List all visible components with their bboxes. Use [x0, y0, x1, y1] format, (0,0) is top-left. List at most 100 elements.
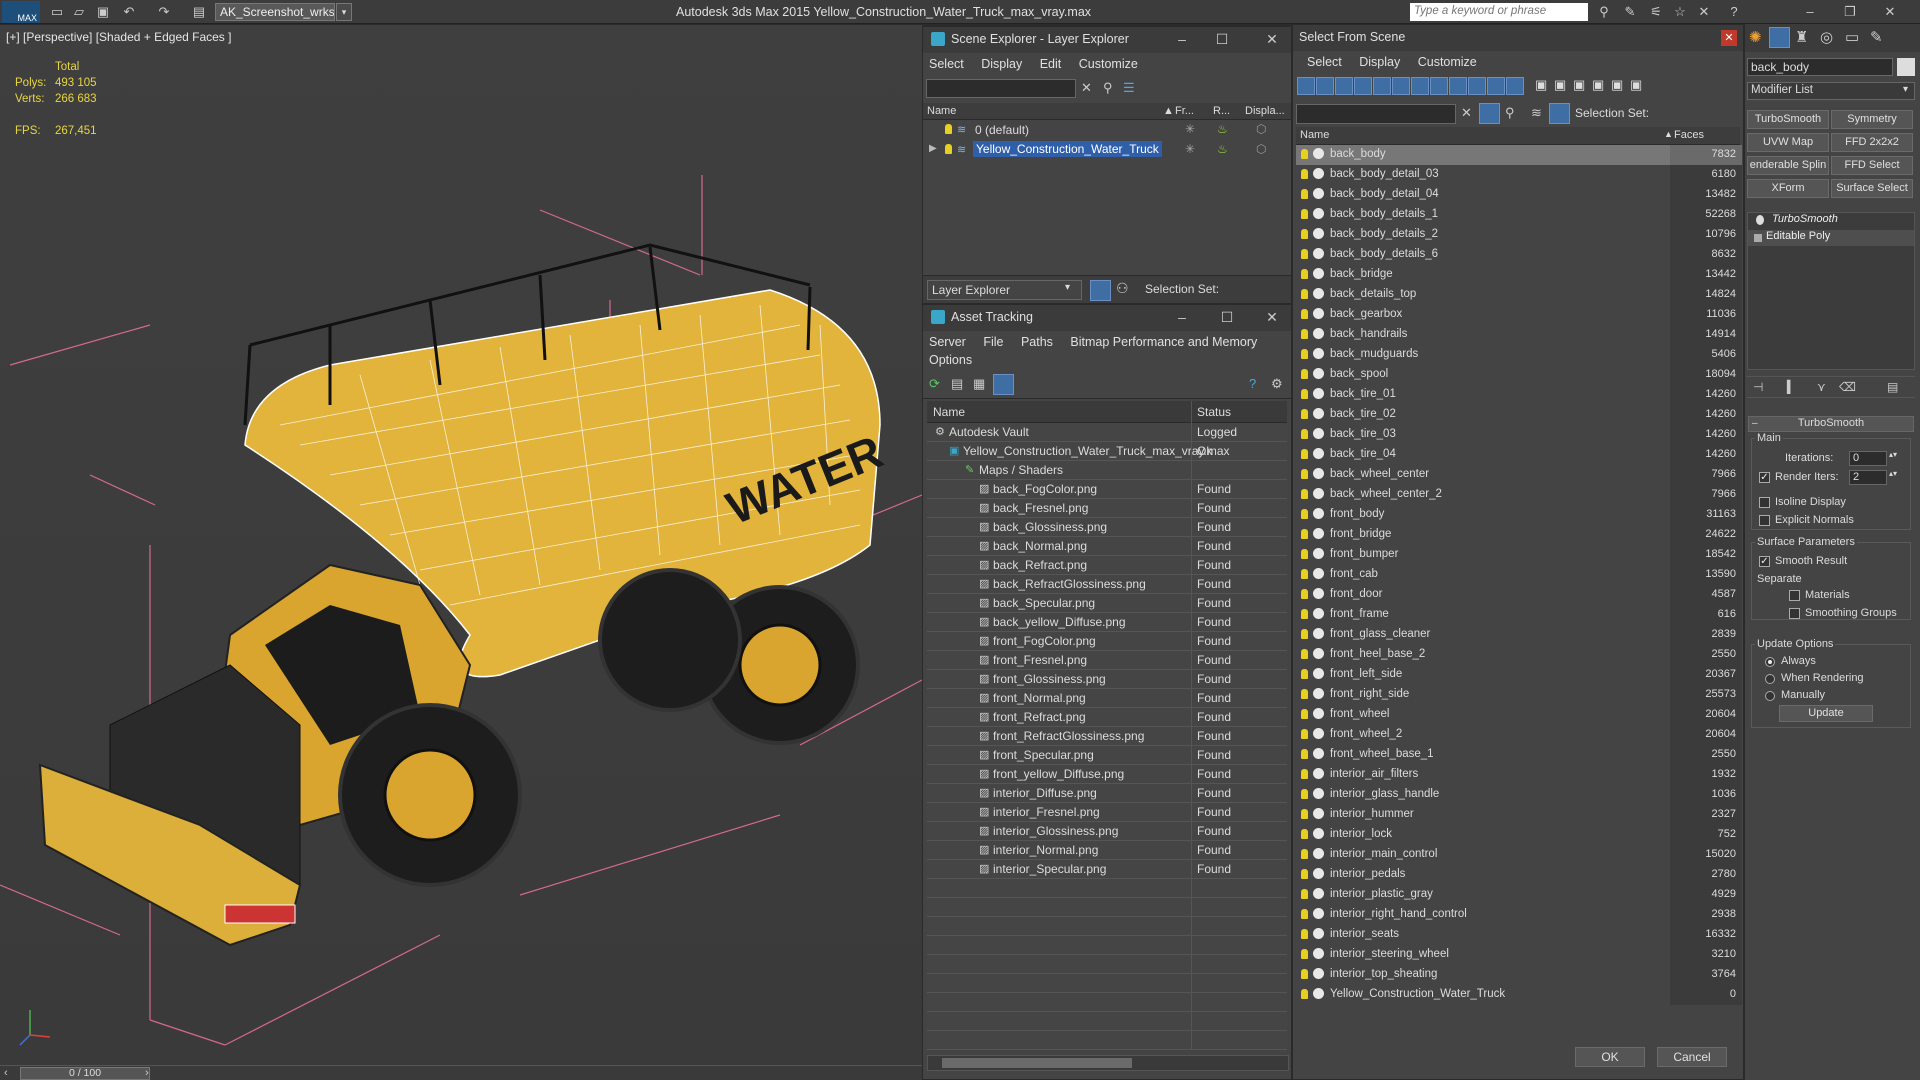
- make-unique-icon[interactable]: ⋎: [1817, 380, 1826, 394]
- binoculars-icon[interactable]: ⚲: [1594, 3, 1614, 21]
- lightbulb-icon[interactable]: [1301, 989, 1308, 999]
- configure-sets-icon[interactable]: ▤: [1887, 380, 1898, 394]
- display-box-icon[interactable]: ⬡: [1256, 142, 1266, 156]
- lightbulb-icon[interactable]: [1301, 629, 1308, 639]
- smooth-result-checkbox[interactable]: ✓: [1759, 556, 1770, 567]
- lightbulb-icon[interactable]: [1301, 949, 1308, 959]
- modifier-button[interactable]: enderable Splin: [1747, 156, 1829, 175]
- lightbulb-icon[interactable]: [1301, 789, 1308, 799]
- lightbulb-icon[interactable]: [1301, 869, 1308, 879]
- lightbulb-icon[interactable]: [1301, 349, 1308, 359]
- layer-row-truck[interactable]: ▶ ≋ Yellow_Construction_Water_Truck ✳ ♨ …: [923, 140, 1291, 160]
- render-teapot-icon[interactable]: ♨: [1217, 122, 1228, 136]
- object-row[interactable]: back_wheel_center_2 7966: [1296, 485, 1742, 505]
- col-name[interactable]: Name: [1300, 129, 1329, 141]
- space-warps-filter-icon[interactable]: [1392, 77, 1410, 95]
- communication-icon[interactable]: ⚟: [1646, 3, 1666, 21]
- open-folder-icon[interactable]: ▱: [70, 3, 88, 21]
- lightbulb-icon[interactable]: [1301, 889, 1308, 899]
- asset-row[interactable]: ▣ Yellow_Construction_Water_Truck_max_vra…: [927, 442, 1287, 461]
- asset-row[interactable]: ▨ back_FogColor.png Found: [927, 480, 1287, 499]
- asset-row[interactable]: ▨ interior_Specular.png Found: [927, 860, 1287, 879]
- lightbulb-icon[interactable]: [1301, 849, 1308, 859]
- stack-item-turbosmooth[interactable]: TurboSmooth: [1748, 213, 1914, 229]
- show-end-result-icon[interactable]: ▍: [1787, 380, 1796, 394]
- filter-options-filter-icon[interactable]: ▣: [1611, 77, 1629, 95]
- lightbulb-icon[interactable]: [1301, 389, 1308, 399]
- render-teapot-icon[interactable]: ♨: [1217, 142, 1228, 156]
- object-row[interactable]: interior_hummer 2327: [1296, 805, 1742, 825]
- lightbulb-icon[interactable]: [1301, 189, 1308, 199]
- expand-icon[interactable]: [1754, 234, 1762, 242]
- asset-row[interactable]: ▨ front_Refract.png Found: [927, 708, 1287, 727]
- utilities-tab-icon[interactable]: ✎: [1870, 28, 1883, 46]
- col-status[interactable]: Status: [1197, 405, 1231, 419]
- settings-icon[interactable]: ⚙: [1271, 376, 1283, 392]
- hierarchy-icon[interactable]: [1549, 103, 1570, 124]
- object-row[interactable]: back_tire_04 14260: [1296, 445, 1742, 465]
- lightbulb-icon[interactable]: [1301, 249, 1308, 259]
- asset-row[interactable]: ▨ front_RefractGlossiness.png Found: [927, 727, 1287, 746]
- lightbulb-icon[interactable]: [1301, 369, 1308, 379]
- horizontal-scrollbar[interactable]: [927, 1055, 1289, 1071]
- object-row[interactable]: front_wheel_2 20604: [1296, 725, 1742, 745]
- menu-edit[interactable]: Edit: [1040, 57, 1062, 71]
- subscription-icon[interactable]: ✎: [1620, 3, 1640, 21]
- workspace-dropdown[interactable]: AK_Screenshot_wrksp: [215, 3, 335, 21]
- freeze-icon[interactable]: ✳: [1185, 142, 1195, 156]
- object-row[interactable]: Yellow_Construction_Water_Truck 0: [1296, 985, 1742, 1005]
- chevron-down-icon[interactable]: ▾: [1903, 84, 1908, 95]
- lightbulb-icon[interactable]: [945, 144, 952, 154]
- asset-row[interactable]: ▨ front_yellow_Diffuse.png Found: [927, 765, 1287, 784]
- modifier-button[interactable]: Surface Select: [1831, 179, 1913, 198]
- modifier-stack[interactable]: TurboSmooth Editable Poly: [1747, 212, 1915, 370]
- display-box-icon[interactable]: ⬡: [1256, 122, 1266, 136]
- asset-row[interactable]: ▨ back_Normal.png Found: [927, 537, 1287, 556]
- spinner-arrows-icon[interactable]: ▴▾: [1889, 450, 1897, 459]
- lightbulb-icon[interactable]: [945, 124, 952, 134]
- object-color-swatch[interactable]: [1897, 58, 1915, 76]
- asset-tracking-titlebar[interactable]: Asset Tracking – ☐ ✕: [923, 305, 1291, 331]
- lightbulb-icon[interactable]: [1301, 569, 1308, 579]
- app-logo[interactable]: MAX: [2, 1, 40, 23]
- lightbulb-icon[interactable]: [1301, 149, 1308, 159]
- help-icon[interactable]: ?: [1724, 3, 1744, 21]
- lightbulb-icon[interactable]: [1301, 469, 1308, 479]
- asset-row[interactable]: ⚙ Autodesk Vault Logged: [927, 423, 1287, 442]
- lightbulb-icon[interactable]: [1301, 929, 1308, 939]
- chevron-down-icon[interactable]: ▾: [1065, 282, 1070, 293]
- lightbulb-icon[interactable]: [1301, 289, 1308, 299]
- layers-toggle-icon[interactable]: [1090, 280, 1111, 301]
- object-row[interactable]: back_handrails 14914: [1296, 325, 1742, 345]
- layers-icon[interactable]: ≋: [1531, 105, 1542, 121]
- object-row[interactable]: front_frame 616: [1296, 605, 1742, 625]
- menu-bitmap-performance[interactable]: Bitmap Performance and Memory: [1070, 335, 1257, 349]
- object-row[interactable]: back_wheel_center 7966: [1296, 465, 1742, 485]
- turbosmooth-rollout-title[interactable]: TurboSmooth: [1748, 416, 1914, 432]
- update-button[interactable]: Update: [1779, 705, 1873, 722]
- explicit-normals-checkbox[interactable]: [1759, 515, 1770, 526]
- object-row[interactable]: back_mudguards 5406: [1296, 345, 1742, 365]
- display-none-filter-icon[interactable]: ▣: [1554, 77, 1572, 95]
- object-row[interactable]: back_body_details_6 8632: [1296, 245, 1742, 265]
- lightbulb-icon[interactable]: [1301, 549, 1308, 559]
- object-row[interactable]: interior_right_hand_control 2938: [1296, 905, 1742, 925]
- object-row[interactable]: front_heel_base_2 2550: [1296, 645, 1742, 665]
- close-icon[interactable]: ✕: [1721, 30, 1737, 46]
- chevron-right-icon[interactable]: ›: [145, 1067, 149, 1079]
- object-row[interactable]: interior_main_control 15020: [1296, 845, 1742, 865]
- close-icon[interactable]: ✕: [1263, 309, 1281, 326]
- object-row[interactable]: back_body_detail_04 13482: [1296, 185, 1742, 205]
- menu-file[interactable]: File: [983, 335, 1003, 349]
- chevron-left-icon[interactable]: ‹: [4, 1067, 8, 1079]
- ok-button[interactable]: OK: [1575, 1047, 1645, 1067]
- object-row[interactable]: back_tire_03 14260: [1296, 425, 1742, 445]
- maximize-icon[interactable]: ☐: [1213, 31, 1231, 48]
- asset-row[interactable]: ▨ front_Fresnel.png Found: [927, 651, 1287, 670]
- lightbulb-icon[interactable]: [1301, 909, 1308, 919]
- lightbulb-icon[interactable]: [1301, 769, 1308, 779]
- scene-explorer-search-input[interactable]: [926, 79, 1076, 98]
- asset-row[interactable]: ▨ back_Glossiness.png Found: [927, 518, 1287, 537]
- lightbulb-icon[interactable]: [1301, 709, 1308, 719]
- lightbulb-icon[interactable]: [1301, 969, 1308, 979]
